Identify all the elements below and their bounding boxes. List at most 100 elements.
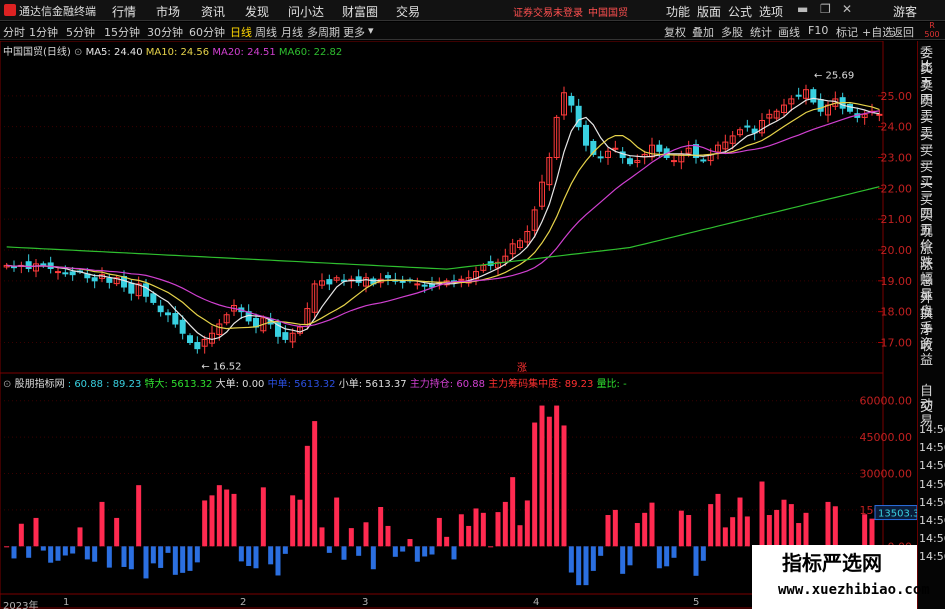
sub-bar <box>165 546 171 553</box>
sub-axis-label: 60000.00 <box>860 395 913 408</box>
sub-indicator-name: 股朋指标网 <box>14 379 65 390</box>
ma10-line <box>6 102 880 330</box>
candle-body <box>744 125 751 128</box>
period-weekly[interactable]: 周线 <box>255 24 277 40</box>
tool-fuquan[interactable]: 复权 <box>664 24 686 40</box>
sub-bar <box>216 485 222 547</box>
menu-zixun[interactable]: 资讯 <box>201 3 225 20</box>
menu-gongneng[interactable]: 功能 <box>666 3 690 20</box>
period-monthly[interactable]: 月线 <box>281 24 303 40</box>
sub-bar <box>708 504 714 547</box>
period-fenshi[interactable]: 分时 <box>3 24 25 40</box>
candle-body <box>700 159 707 162</box>
menu-hangqing[interactable]: 行情 <box>112 3 136 20</box>
time-label-year: 2023年 <box>3 601 39 609</box>
period-5min[interactable]: 5分钟 <box>66 24 95 40</box>
zhang-marker: 涨 <box>517 362 527 374</box>
candle-body <box>597 156 604 159</box>
sub-bar <box>290 495 296 547</box>
sub-bar <box>348 528 354 547</box>
candle-body <box>627 158 633 165</box>
side-item-21[interactable]: 14:56 <box>919 423 945 437</box>
menu-faxian[interactable]: 发现 <box>245 3 269 20</box>
menu-wenxiaoda[interactable]: 问小达 <box>288 3 324 20</box>
settings-circle-icon[interactable]: ⊙ <box>74 47 82 58</box>
sub-bar <box>568 546 574 573</box>
tool-huaxian[interactable]: 画线 <box>778 24 800 40</box>
sub-bar <box>194 546 200 563</box>
login-notice[interactable]: 证券交易未登录 <box>513 4 583 19</box>
sub-zhuli: 主力持仓: 60.88 <box>409 379 485 390</box>
side-item-22[interactable]: 14:56 <box>919 441 945 455</box>
sub-bar <box>759 481 765 547</box>
sub-bar <box>326 546 332 553</box>
side-item-26[interactable]: 14:56 <box>919 514 945 528</box>
tool-diejia[interactable]: 叠加 <box>692 24 714 40</box>
tool-f10[interactable]: F10 <box>808 24 828 37</box>
side-item-25[interactable]: 14:56 <box>919 496 945 510</box>
menu-shichang[interactable]: 市场 <box>156 3 180 20</box>
sub-bar <box>546 416 552 547</box>
sub-bar <box>612 509 618 547</box>
sub-bar <box>576 546 582 586</box>
sub-bar <box>605 515 611 547</box>
kline-chart[interactable]: 17.00 18.00 19.00 20.00 21.00 22.00 23.00 24.00… <box>0 41 917 609</box>
time-label-mar: 3 <box>362 597 369 608</box>
tool-back[interactable]: 返回 <box>892 24 914 40</box>
sub-bar <box>172 546 178 575</box>
sub-bar <box>180 546 186 573</box>
sub-bar <box>649 502 655 547</box>
sub-bar <box>524 500 530 547</box>
sub-bar <box>671 546 677 558</box>
menu-banmian[interactable]: 版面 <box>697 3 721 20</box>
sub-bar <box>187 546 193 571</box>
low-price-label: ← 16.52 <box>201 361 241 372</box>
period-daily[interactable]: 日线 <box>230 24 252 40</box>
sub-bar <box>158 546 164 568</box>
minimize-icon[interactable]: ▬ <box>797 2 808 16</box>
sub-bar <box>77 527 83 547</box>
price-axis-label: 20.00 <box>881 244 913 257</box>
tool-biaoji[interactable]: 标记 <box>836 24 858 40</box>
period-multi[interactable]: 多周期 <box>307 24 340 40</box>
candle-body <box>150 293 157 303</box>
side-item-23[interactable]: 14:56 <box>919 459 945 473</box>
more-chevron-icon[interactable]: ▾ <box>368 24 374 37</box>
candle-body <box>421 284 428 287</box>
sub-axis-label: 30000.00 <box>860 468 913 481</box>
guest-label[interactable]: 游客 <box>893 3 917 20</box>
tool-add-watchlist[interactable]: +自选 <box>862 24 893 40</box>
candle-body <box>876 113 883 116</box>
sub-bar <box>55 546 61 561</box>
period-30min[interactable]: 30分钟 <box>147 24 183 40</box>
sub-bar <box>473 508 479 547</box>
sub-bar <box>825 501 831 547</box>
side-item-24[interactable]: 14:56 <box>919 478 945 492</box>
candle-body <box>165 312 171 316</box>
tool-tongji[interactable]: 统计 <box>750 24 772 40</box>
sub-bar <box>466 525 472 547</box>
restore-icon[interactable]: ❐ <box>820 2 831 16</box>
price-axis-label: 25.00 <box>881 90 913 103</box>
side-item-28[interactable]: 14:56 <box>919 550 945 564</box>
period-more[interactable]: 更多 <box>343 24 365 40</box>
sub-bar <box>319 527 325 547</box>
sub-settings-icon[interactable]: ⊙ <box>3 379 11 390</box>
price-axis-label: 21.00 <box>881 213 913 226</box>
watermark-top: 指标严选网 <box>752 545 917 575</box>
tool-duogu[interactable]: 多股 <box>721 24 743 40</box>
period-1min[interactable]: 1分钟 <box>29 24 58 40</box>
period-15min[interactable]: 15分钟 <box>104 24 140 40</box>
period-60min[interactable]: 60分钟 <box>189 24 225 40</box>
sub-bar <box>11 546 17 559</box>
side-item-27[interactable]: 14:56 <box>919 532 945 546</box>
sub-bar <box>532 422 538 547</box>
menu-caifuquan[interactable]: 财富圈 <box>342 3 378 20</box>
candle-body <box>62 272 69 275</box>
price-axis-label: 23.00 <box>881 152 913 165</box>
close-icon[interactable]: ✕ <box>842 2 852 16</box>
menu-gongshi[interactable]: 公式 <box>728 3 752 20</box>
side-item-18[interactable]: 收益 <box>920 340 945 368</box>
menu-jiaoyi[interactable]: 交易 <box>396 3 420 20</box>
menu-xuanxiang[interactable]: 选项 <box>759 3 783 20</box>
